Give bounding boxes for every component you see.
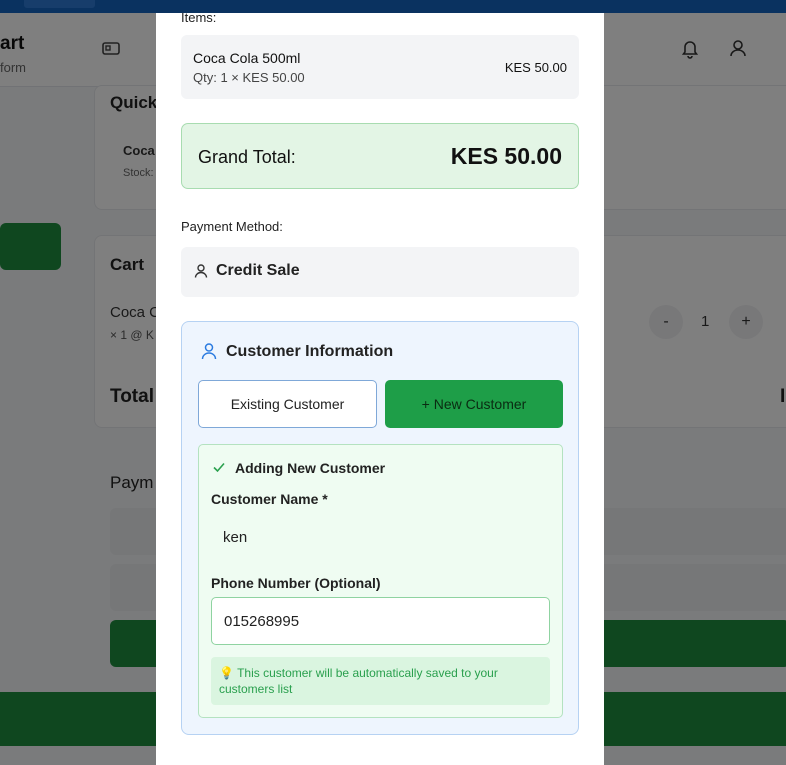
adding-new-customer-title: Adding New Customer <box>235 460 386 476</box>
grand-total-value: KES 50.00 <box>450 143 562 169</box>
auto-save-hint: 💡 This customer will be automatically sa… <box>211 657 550 705</box>
hint-text: This customer will be automatically save… <box>219 666 498 696</box>
customer-name-label: Customer Name * <box>211 491 328 507</box>
item-name: Coca Cola 500ml <box>193 50 301 66</box>
items-label: Items: <box>181 13 217 25</box>
payment-method-display: Credit Sale <box>181 247 579 297</box>
item-qty-line: Qty: 1 × KES 50.00 <box>193 70 305 85</box>
customer-section-title: Customer Information <box>226 343 394 360</box>
phone-number-input[interactable] <box>211 597 550 645</box>
new-customer-button[interactable]: + New Customer <box>385 380 563 428</box>
payment-method-label: Payment Method: <box>181 219 283 234</box>
grand-total-label: Grand Total: <box>198 147 296 167</box>
order-item-row: Coca Cola 500ml Qty: 1 × KES 50.00 KES 5… <box>181 35 579 99</box>
user-icon <box>201 343 217 360</box>
user-icon <box>194 264 208 278</box>
customer-name-input[interactable] <box>211 518 550 558</box>
payment-method-value: Credit Sale <box>216 262 300 279</box>
customer-information-section: Customer Information Existing Customer +… <box>181 321 579 735</box>
phone-number-label: Phone Number (Optional) <box>211 575 381 591</box>
grand-total-box: Grand Total: KES 50.00 <box>181 123 579 189</box>
check-icon <box>213 462 225 473</box>
lightbulb-icon: 💡 <box>219 666 234 680</box>
item-price: KES 50.00 <box>504 60 567 75</box>
new-customer-form: Adding New Customer Customer Name * Phon… <box>198 444 563 718</box>
existing-customer-button[interactable]: Existing Customer <box>198 380 377 428</box>
checkout-modal: Items: Coca Cola 500ml Qty: 1 × KES 50.0… <box>156 13 604 765</box>
